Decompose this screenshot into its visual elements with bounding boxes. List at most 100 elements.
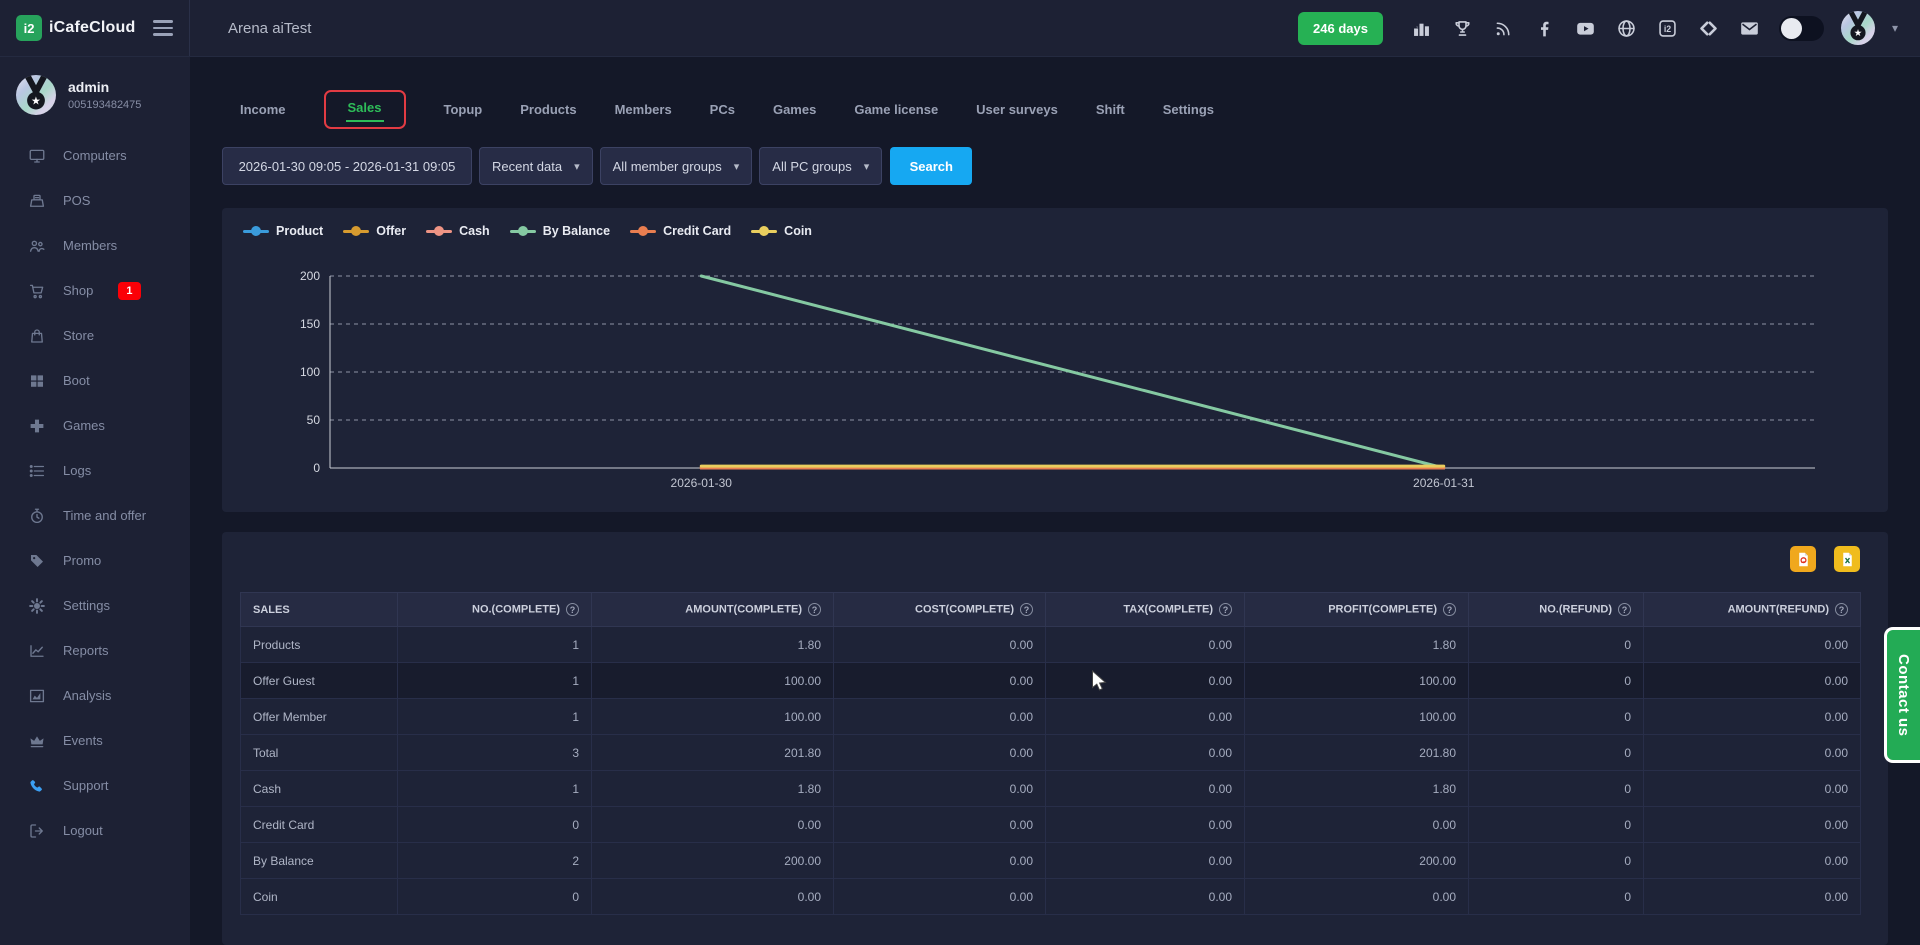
legend-item-credit-card[interactable]: Credit Card [630, 224, 731, 238]
help-icon[interactable]: ? [566, 603, 579, 616]
col-header-no-refund: NO.(REFUND)? [1469, 593, 1644, 627]
help-icon[interactable]: ? [1020, 603, 1033, 616]
sidebar-item-settings[interactable]: Settings [0, 583, 190, 628]
table-card: SALESNO.(COMPLETE)?AMOUNT(COMPLETE)?COST… [222, 532, 1888, 945]
help-icon[interactable]: ? [1443, 603, 1456, 616]
rss-icon[interactable] [1492, 16, 1516, 40]
tab-products[interactable]: Products [520, 96, 576, 123]
chart-card: Product Offer Cash By Balance Credit Card Coi… [222, 208, 1888, 512]
member-group-value: All member groups [613, 159, 722, 174]
pdf-export-button[interactable] [1790, 546, 1816, 572]
table-cell: Offer Guest [241, 663, 398, 699]
tab-shift[interactable]: Shift [1096, 96, 1125, 123]
data-scope-select[interactable]: Recent data ▾ [479, 147, 593, 185]
sidebar-item-events[interactable]: Events [0, 718, 190, 763]
days-remaining-badge[interactable]: 246 days [1298, 12, 1383, 45]
pc-group-select[interactable]: All PC groups ▾ [759, 147, 882, 185]
chevron-down-icon: ▾ [734, 160, 740, 173]
sidebar-item-analysis[interactable]: Analysis [0, 673, 190, 718]
gear-icon [28, 597, 46, 615]
table-cell: Coin [241, 879, 398, 915]
legend-item-product[interactable]: Product [243, 224, 323, 238]
sidebar-user-avatar[interactable]: ★ [16, 75, 56, 115]
table-cell: 0.00 [1644, 663, 1861, 699]
sidebar-item-label: Logs [63, 463, 91, 478]
search-button[interactable]: Search [890, 147, 972, 185]
sidebar-item-games[interactable]: Games [0, 403, 190, 448]
svg-text:2026-01-31: 2026-01-31 [1413, 476, 1475, 490]
icafecloud-icon[interactable]: i2 [1656, 16, 1680, 40]
tab-games[interactable]: Games [773, 96, 816, 123]
table-cell: 100.00 [592, 663, 834, 699]
table-cell: 0 [1469, 843, 1644, 879]
sidebar-item-computers[interactable]: Computers [0, 133, 190, 178]
date-range-input[interactable]: 2026-01-30 09:05 - 2026-01-31 09:05 [222, 147, 472, 185]
help-icon[interactable]: ? [808, 603, 821, 616]
main-content: Income Sales Topup Products Members PCs Games G… [190, 57, 1920, 945]
data-scope-value: Recent data [492, 159, 562, 174]
store-bag-icon [28, 327, 46, 345]
contact-us-button[interactable]: Contact us [1884, 627, 1920, 763]
tab-game-license[interactable]: Game license [854, 96, 938, 123]
sidebar-item-boot[interactable]: Boot [0, 358, 190, 403]
layers-icon[interactable] [1697, 16, 1721, 40]
legend-marker [343, 230, 369, 233]
svg-text:2026-01-30: 2026-01-30 [671, 476, 733, 490]
member-group-select[interactable]: All member groups ▾ [600, 147, 753, 185]
tab-pcs[interactable]: PCs [710, 96, 735, 123]
tab-topup[interactable]: Topup [444, 96, 483, 123]
tab-income[interactable]: Income [240, 96, 286, 123]
gamepad-icon [28, 417, 46, 435]
legend-item-by-balance[interactable]: By Balance [510, 224, 610, 238]
help-icon[interactable]: ? [1618, 603, 1631, 616]
globe-icon[interactable] [1615, 16, 1639, 40]
youtube-icon[interactable] [1574, 16, 1598, 40]
help-icon[interactable]: ? [1219, 603, 1232, 616]
sidebar-item-logout[interactable]: Logout [0, 808, 190, 853]
excel-export-button[interactable] [1834, 546, 1860, 572]
svg-text:100: 100 [300, 365, 320, 379]
ranking-icon[interactable] [1410, 16, 1434, 40]
table-cell: 0.00 [1245, 879, 1469, 915]
sidebar-header: i2 iCafeCloud [0, 0, 190, 56]
table-cell: 0.00 [834, 879, 1046, 915]
sidebar: ★ admin 005193482475 ComputersPOSMembers… [0, 57, 190, 945]
sidebar-item-promo[interactable]: Promo [0, 538, 190, 583]
sidebar-item-support[interactable]: Support [0, 763, 190, 808]
legend-item-cash[interactable]: Cash [426, 224, 490, 238]
facebook-icon[interactable] [1533, 16, 1557, 40]
legend-item-coin[interactable]: Coin [751, 224, 812, 238]
sidebar-item-members[interactable]: Members [0, 223, 190, 268]
sidebar-item-pos[interactable]: POS [0, 178, 190, 223]
table-cell: 0 [398, 807, 592, 843]
sidebar-nav: ComputersPOSMembersShop1StoreBootGames Lo… [0, 133, 190, 853]
tab-settings[interactable]: Settings [1163, 96, 1214, 123]
table-row-offer-guest: Offer Guest1100.000.000.00100.0000.00 [241, 663, 1861, 699]
legend-item-offer[interactable]: Offer [343, 224, 406, 238]
sidebar-item-time-and-offer[interactable]: Time and offer [0, 493, 190, 538]
table-cell: 201.80 [1245, 735, 1469, 771]
svg-text:0: 0 [313, 461, 320, 475]
table-cell: 3 [398, 735, 592, 771]
menu-toggle-icon[interactable] [153, 20, 173, 36]
chevron-down-icon[interactable]: ▾ [1892, 21, 1898, 35]
table-cell: 200.00 [592, 843, 834, 879]
sidebar-item-logs[interactable]: Logs [0, 448, 190, 493]
sidebar-item-shop[interactable]: Shop1 [0, 268, 190, 313]
sidebar-item-reports[interactable]: Reports [0, 628, 190, 673]
sidebar-item-store[interactable]: Store [0, 313, 190, 358]
legend-marker [630, 230, 656, 233]
tab-user-surveys[interactable]: User surveys [976, 96, 1058, 123]
table-row-products: Products11.800.000.001.8000.00 [241, 627, 1861, 663]
sidebar-item-label: Time and offer [63, 508, 146, 523]
table-cell: 0.00 [1046, 807, 1245, 843]
user-avatar[interactable]: ★ [1841, 11, 1875, 45]
help-icon[interactable]: ? [1835, 603, 1848, 616]
tab-members[interactable]: Members [615, 96, 672, 123]
theme-toggle[interactable] [1779, 16, 1824, 41]
tab-sales[interactable]: Sales [324, 90, 406, 129]
brand-logo[interactable]: i2 iCafeCloud [16, 15, 135, 41]
mail-icon[interactable] [1738, 16, 1762, 40]
header-icon-row: i2 [1410, 16, 1762, 40]
trophy-icon[interactable] [1451, 16, 1475, 40]
